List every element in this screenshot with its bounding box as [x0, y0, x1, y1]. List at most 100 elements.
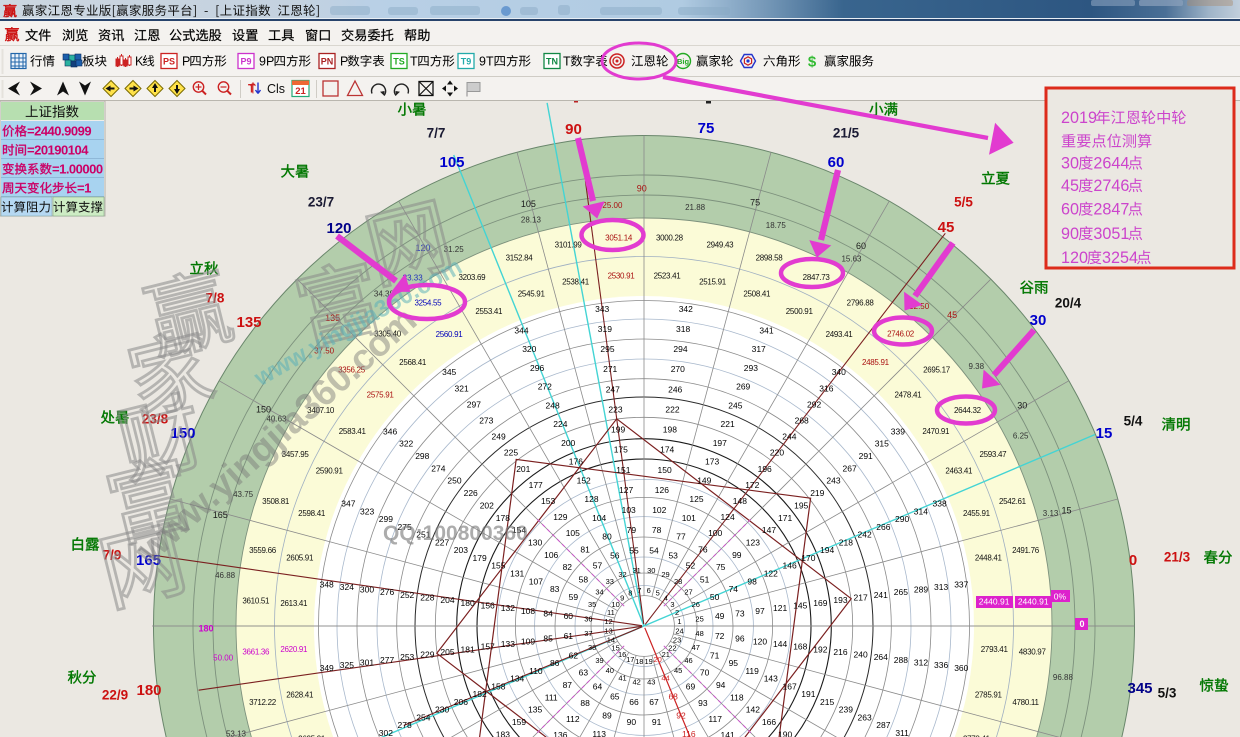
svg-text:54: 54	[649, 545, 659, 555]
svg-text:311: 311	[895, 728, 909, 737]
svg-text:32: 32	[618, 570, 626, 579]
svg-text:341: 341	[759, 325, 773, 335]
svg-text:173: 173	[705, 457, 719, 467]
svg-text:313: 313	[934, 582, 948, 592]
svg-text:66: 66	[629, 697, 639, 707]
svg-text:2545.91: 2545.91	[518, 290, 546, 299]
svg-text:5/4: 5/4	[1124, 414, 1143, 429]
svg-text:266: 266	[876, 522, 890, 532]
svg-text:3051.14: 3051.14	[605, 234, 633, 243]
svg-text:15: 15	[1096, 425, 1113, 442]
svg-text:3000.28: 3000.28	[656, 234, 684, 243]
svg-text:325: 325	[340, 660, 354, 670]
svg-text:119: 119	[745, 666, 759, 676]
svg-text:319: 319	[598, 324, 612, 334]
svg-text:25.00: 25.00	[602, 201, 623, 210]
svg-text:2019: 2019	[1061, 109, 1097, 127]
svg-text:2583.41: 2583.41	[339, 427, 367, 436]
svg-text:277: 277	[380, 655, 394, 665]
svg-text:55: 55	[629, 545, 639, 555]
svg-text:338: 338	[933, 499, 947, 509]
svg-text:136: 136	[553, 730, 567, 737]
svg-text:2470.91: 2470.91	[922, 427, 950, 436]
svg-text:18.75: 18.75	[766, 221, 787, 230]
svg-text:223: 223	[608, 404, 622, 414]
svg-text:46: 46	[684, 656, 692, 665]
svg-text:3152.84: 3152.84	[506, 254, 534, 263]
svg-text:176: 176	[569, 457, 583, 467]
svg-text:79: 79	[627, 525, 637, 535]
svg-text:52: 52	[686, 560, 696, 570]
svg-text:2644: 2644	[1093, 155, 1129, 173]
svg-text:177: 177	[529, 480, 543, 490]
svg-text:315: 315	[875, 439, 889, 449]
svg-text:336: 336	[934, 660, 948, 670]
svg-text:2898.58: 2898.58	[756, 254, 784, 263]
svg-text:21: 21	[295, 86, 306, 97]
svg-text:108: 108	[521, 606, 535, 616]
svg-text:3051: 3051	[1093, 225, 1129, 243]
svg-text:224: 224	[553, 419, 567, 429]
svg-text:24: 24	[675, 626, 683, 635]
svg-text:360: 360	[954, 663, 968, 673]
svg-text:2530.91: 2530.91	[608, 272, 636, 281]
svg-text:33: 33	[606, 577, 614, 586]
svg-text:85: 85	[543, 634, 553, 644]
svg-text:2785.91: 2785.91	[975, 690, 1003, 699]
svg-text:82: 82	[563, 562, 573, 572]
svg-text:62: 62	[569, 650, 579, 660]
svg-text:110: 110	[529, 666, 543, 676]
svg-text:28.13: 28.13	[521, 215, 542, 224]
svg-text:94: 94	[716, 680, 726, 690]
svg-text:21.88: 21.88	[685, 203, 706, 212]
svg-text:206: 206	[454, 697, 468, 707]
svg-text:63: 63	[579, 668, 589, 678]
svg-text:3661.36: 3661.36	[242, 647, 270, 656]
svg-text:148: 148	[733, 496, 747, 506]
svg-text:220: 220	[770, 448, 784, 458]
svg-text:9: 9	[620, 593, 624, 602]
svg-text:2440.91: 2440.91	[979, 597, 1010, 607]
svg-text:135: 135	[236, 314, 261, 331]
svg-text:2485.91: 2485.91	[862, 358, 890, 367]
svg-text:181: 181	[461, 644, 475, 654]
svg-text:4: 4	[664, 593, 668, 602]
svg-text:2847: 2847	[1093, 201, 1129, 219]
svg-text:157: 157	[481, 642, 495, 652]
svg-text:13: 13	[604, 626, 612, 635]
svg-text:67: 67	[649, 697, 659, 707]
svg-text:45: 45	[674, 666, 682, 675]
svg-text:20/4: 20/4	[1055, 296, 1082, 311]
svg-text:2644.32: 2644.32	[954, 406, 982, 415]
svg-text:339: 339	[891, 426, 905, 436]
svg-text:2493.41: 2493.41	[826, 330, 854, 339]
svg-text:2793.41: 2793.41	[981, 645, 1009, 654]
svg-text:61: 61	[564, 631, 574, 641]
svg-text:9T: 9T	[479, 55, 494, 69]
svg-text:276: 276	[380, 587, 394, 597]
svg-text:5: 5	[656, 589, 660, 598]
svg-text:2515.91: 2515.91	[699, 278, 727, 287]
svg-text:158: 158	[491, 681, 505, 691]
svg-text:221: 221	[721, 419, 735, 429]
svg-text:26: 26	[692, 600, 700, 609]
svg-text:249: 249	[492, 432, 506, 442]
svg-text:98: 98	[747, 576, 757, 586]
svg-text:127: 127	[619, 485, 633, 495]
svg-text:229: 229	[420, 650, 434, 660]
svg-text:195: 195	[794, 500, 808, 510]
svg-text:Big: Big	[677, 57, 690, 66]
svg-text:345: 345	[442, 367, 456, 377]
svg-text:92: 92	[676, 710, 686, 720]
svg-text:247: 247	[606, 384, 620, 394]
svg-text:318: 318	[676, 324, 690, 334]
svg-text:29: 29	[661, 570, 669, 579]
svg-text:293: 293	[744, 363, 758, 373]
svg-text:2598.41: 2598.41	[298, 509, 326, 518]
svg-text:245: 245	[728, 400, 742, 410]
svg-text:60: 60	[564, 611, 574, 621]
svg-text:57: 57	[593, 560, 603, 570]
svg-text:346: 346	[383, 426, 397, 436]
svg-text:129: 129	[553, 512, 567, 522]
svg-text:23: 23	[673, 635, 681, 644]
